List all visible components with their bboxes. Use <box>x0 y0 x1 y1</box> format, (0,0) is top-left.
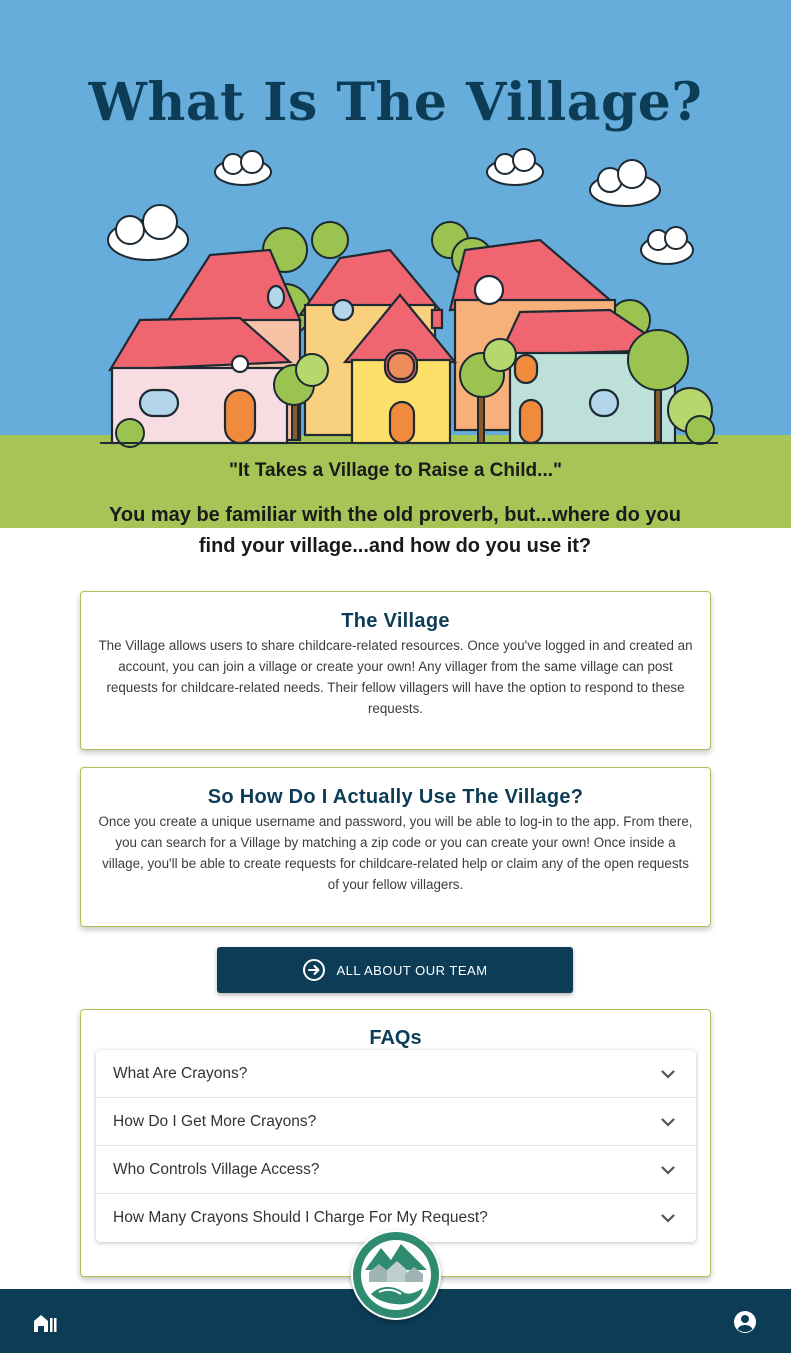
village-home-icon[interactable] <box>32 1310 58 1334</box>
cloud-icon <box>214 150 272 186</box>
village-logo-icon <box>353 1232 439 1318</box>
cloud-icon <box>486 148 544 186</box>
team-button-label: ALL ABOUT OUR TEAM <box>336 962 488 978</box>
howto-card: So How Do I Actually Use The Village? On… <box>80 767 711 927</box>
page-title: What Is The Village? <box>88 72 703 133</box>
cloud-icon <box>107 204 189 261</box>
cloud-icon <box>640 226 694 265</box>
faq-question: How Many Crayons Should I Charge For My … <box>113 1209 488 1226</box>
arrow-circle-right-icon <box>303 959 326 981</box>
howto-card-title: So How Do I Actually Use The Village? <box>207 786 584 808</box>
howto-card-body: Once you create a unique username and pa… <box>98 814 693 892</box>
account-circle-icon[interactable] <box>733 1310 757 1334</box>
faq-question: Who Controls Village Access? <box>113 1160 320 1178</box>
intro-text: You may be familiar with the old proverb… <box>109 504 681 557</box>
village-logo[interactable] <box>351 1230 441 1320</box>
team-button[interactable]: ALL ABOUT OUR TEAM <box>217 947 573 993</box>
faq-item[interactable]: Who Controls Village Access? <box>96 1146 696 1194</box>
faq-title: FAQs <box>369 1027 422 1049</box>
cloud-icon <box>589 159 661 207</box>
about-card-body: The Village allows users to share childc… <box>98 638 693 716</box>
hero-banner: What Is The Village? <box>0 0 791 528</box>
chevron-down-icon <box>661 1214 675 1223</box>
village-illustration <box>100 148 718 448</box>
chevron-down-icon <box>661 1165 675 1175</box>
chevron-down-icon <box>661 1069 675 1079</box>
faq-question: What Are Crayons? <box>113 1064 248 1082</box>
faq-accordion: What Are Crayons? How Do I Get More Cray… <box>96 1050 696 1242</box>
faq-item[interactable]: What Are Crayons? <box>96 1050 696 1098</box>
faq-question: How Do I Get More Crayons? <box>113 1112 317 1130</box>
proverb-quote: "It Takes a Village to Raise a Child..." <box>228 460 563 481</box>
about-card: The Village The Village allows users to … <box>80 591 711 750</box>
chevron-down-icon <box>661 1117 675 1127</box>
faq-item[interactable]: How Do I Get More Crayons? <box>96 1098 696 1146</box>
about-card-title: The Village <box>341 610 450 632</box>
